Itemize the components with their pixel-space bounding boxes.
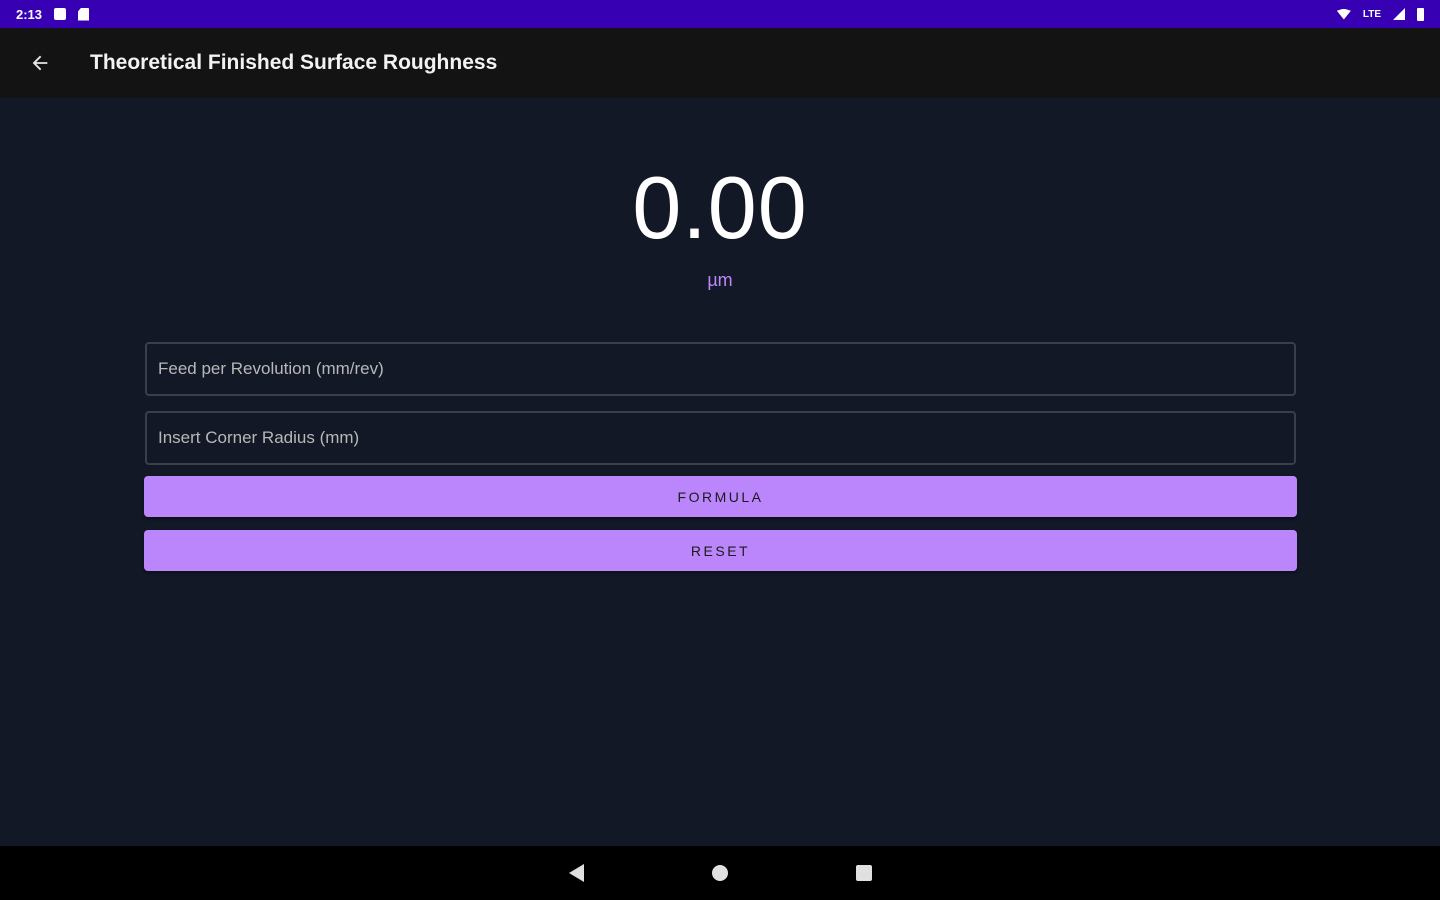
result-value: 0.00	[632, 158, 808, 257]
status-right: LTE	[1336, 7, 1424, 21]
status-time: 2:13	[16, 6, 43, 22]
navigation-bar	[0, 846, 1440, 900]
recents-square-icon	[856, 865, 872, 881]
result-display: 0.00 µm	[0, 160, 1440, 291]
reset-button[interactable]: RESET	[144, 530, 1297, 571]
notification-icon	[54, 8, 67, 20]
result-unit: µm	[707, 270, 733, 290]
corner-radius-input[interactable]	[145, 411, 1296, 465]
nav-recents-button[interactable]	[844, 853, 884, 893]
formula-button[interactable]: FORMULA	[144, 476, 1297, 517]
feed-per-revolution-input[interactable]	[145, 342, 1296, 396]
back-button[interactable]	[18, 41, 62, 85]
battery-icon	[1417, 7, 1424, 21]
home-circle-icon	[712, 865, 728, 881]
sd-card-icon	[78, 7, 90, 21]
nav-home-button[interactable]	[700, 853, 740, 893]
signal-icon	[1393, 8, 1405, 20]
status-bar: 2:13 LTE	[0, 0, 1440, 28]
app-bar: Theoretical Finished Surface Roughness	[0, 28, 1440, 98]
arrow-left-icon	[32, 55, 48, 71]
network-type: LTE	[1362, 8, 1381, 20]
wifi-icon	[1336, 8, 1351, 20]
back-triangle-icon	[568, 864, 584, 882]
status-left: 2:13	[16, 6, 90, 22]
page-title: Theoretical Finished Surface Roughness	[90, 51, 498, 74]
nav-back-button[interactable]	[556, 853, 596, 893]
